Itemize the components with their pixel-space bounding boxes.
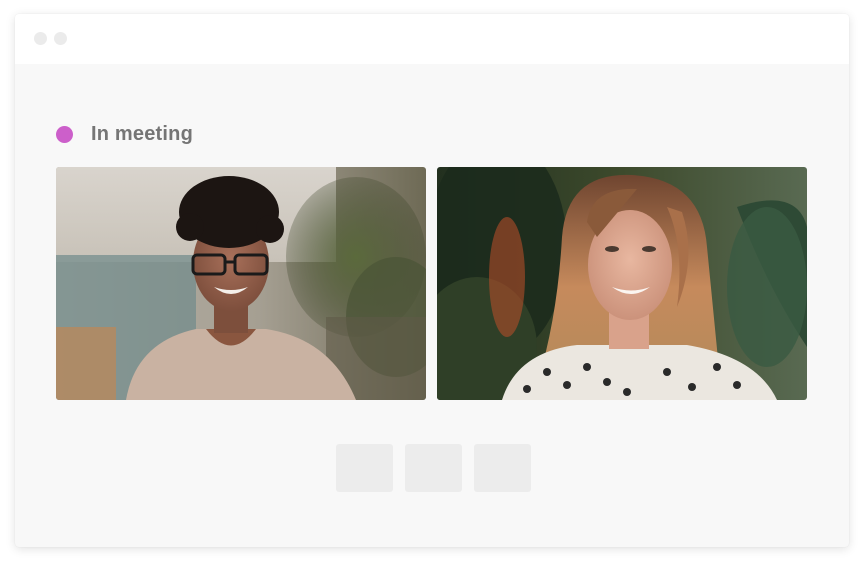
participant-video-tile[interactable] — [437, 167, 807, 400]
meeting-control-button[interactable] — [474, 444, 531, 492]
meeting-status: In meeting — [56, 122, 193, 146]
status-label: In meeting — [91, 122, 194, 145]
status-indicator-dot — [56, 125, 73, 143]
participant-video-image — [56, 167, 426, 400]
meeting-controls — [336, 444, 531, 492]
participant-video-tile[interactable] — [56, 167, 426, 400]
participant-video-image — [437, 167, 807, 400]
meeting-control-button[interactable] — [405, 444, 462, 492]
window-titlebar — [15, 14, 849, 64]
meeting-window: In meeting — [15, 14, 849, 547]
window-close-dot[interactable] — [34, 32, 47, 45]
window-minimize-dot[interactable] — [54, 32, 67, 45]
meeting-control-button[interactable] — [336, 444, 393, 492]
